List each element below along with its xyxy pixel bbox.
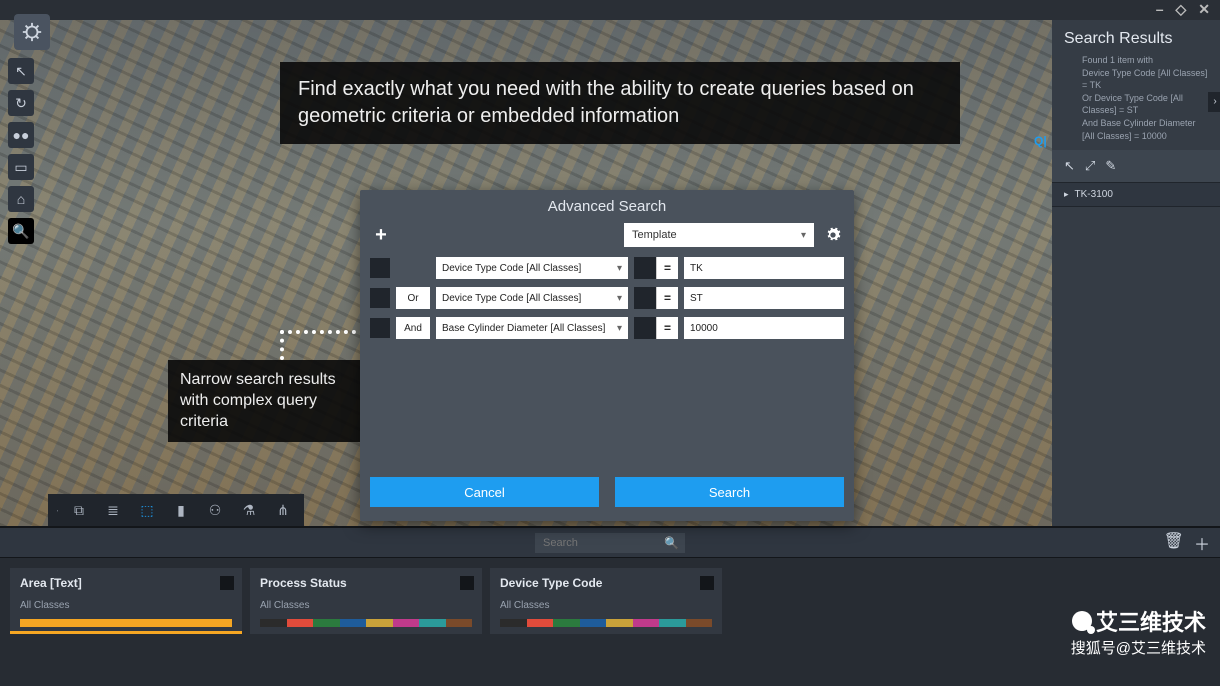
card-subtitle: All Classes xyxy=(260,600,472,611)
hierarchy-icon[interactable]: ⋔ xyxy=(268,496,298,524)
watermark: 艾三维技术 搜狐号@艾三维技术 xyxy=(1071,605,1206,658)
criteria-checkbox[interactable] xyxy=(370,318,390,338)
home-icon[interactable]: ⌂ xyxy=(8,186,34,212)
card-subtitle: All Classes xyxy=(500,600,712,611)
operator-selector[interactable]: = xyxy=(656,287,678,309)
card-title: Area [Text] xyxy=(20,576,232,590)
property-card[interactable]: Area [Text] All Classes xyxy=(10,568,242,634)
results-description: Found 1 item with Device Type Code [All … xyxy=(1070,54,1220,150)
app-logo-icon[interactable] xyxy=(14,14,50,50)
dialog-title: Advanced Search xyxy=(360,190,854,223)
card-subtitle: All Classes xyxy=(20,600,232,611)
card-swatches xyxy=(20,619,232,627)
search-icon: 🔍 xyxy=(664,536,679,550)
criteria-list: Device Type Code [All Classes]▾ = TK Or Devi… xyxy=(360,257,854,339)
criteria-checkbox[interactable] xyxy=(370,288,390,308)
result-item[interactable]: TK-3100 xyxy=(1052,183,1220,207)
property-strip: 🔍 🗑 ＋ Area [Text]All ClassesProcess Stat… xyxy=(0,526,1220,686)
measure-icon[interactable]: ▭ xyxy=(8,154,34,180)
criteria-row: Device Type Code [All Classes]▾ = TK xyxy=(370,257,844,279)
cancel-button[interactable]: Cancel xyxy=(370,477,599,507)
template-select[interactable]: Template ▾ xyxy=(624,223,814,247)
results-toolbar: ↖ ⤢ ✎ xyxy=(1052,150,1220,183)
criteria-checkbox[interactable] xyxy=(370,258,390,278)
results-tool-edit-icon[interactable]: ✎ xyxy=(1105,158,1116,174)
close-button[interactable]: ✕ xyxy=(1198,2,1210,18)
field-selector[interactable]: Base Cylinder Diameter [All Classes]▾ xyxy=(436,317,628,339)
field-selector[interactable]: Device Type Code [All Classes]▾ xyxy=(436,287,628,309)
card-checkbox[interactable] xyxy=(220,576,234,590)
template-select-label: Template xyxy=(632,229,677,241)
property-card[interactable]: Process Status All Classes xyxy=(250,568,482,634)
filter-icon[interactable]: ⚗ xyxy=(234,496,264,524)
op-toggle[interactable] xyxy=(634,287,656,309)
value-input[interactable]: TK xyxy=(684,257,844,279)
operator-selector[interactable]: = xyxy=(656,317,678,339)
chevron-down-icon: ▾ xyxy=(801,230,806,241)
property-search-input[interactable] xyxy=(535,533,685,553)
search-icon[interactable]: 🔍 xyxy=(8,218,34,244)
add-icon[interactable]: ＋ xyxy=(1194,531,1210,555)
operator-selector[interactable]: = xyxy=(656,257,678,279)
search-button[interactable]: Search xyxy=(615,477,844,507)
pointer-icon[interactable]: ↖ xyxy=(8,58,34,84)
criteria-row: Or Device Type Code [All Classes]▾ = ST xyxy=(370,287,844,309)
bottom-toolbar: ⧉≣⬚▮⚇⚗⋔ xyxy=(58,494,304,526)
left-annotation: Narrow search results with complex query… xyxy=(168,360,368,442)
op-toggle[interactable] xyxy=(634,317,656,339)
property-card[interactable]: Device Type Code All Classes xyxy=(490,568,722,634)
settings-button[interactable] xyxy=(822,224,844,246)
delete-icon[interactable]: 🗑 xyxy=(1164,531,1184,555)
card-swatches xyxy=(500,619,712,627)
card-swatches xyxy=(260,619,472,627)
top-annotation: Find exactly what you need with the abil… xyxy=(280,62,960,144)
criteria-row: And Base Cylinder Diameter [All Classes]▾… xyxy=(370,317,844,339)
results-title: Search Results xyxy=(1052,20,1220,54)
card-checkbox[interactable] xyxy=(460,576,474,590)
orbit-icon[interactable]: ↻ xyxy=(8,90,34,116)
value-input[interactable]: 10000 xyxy=(684,317,844,339)
minimize-button[interactable]: – xyxy=(1156,2,1164,18)
logic-selector[interactable]: And xyxy=(396,317,430,339)
op-toggle[interactable] xyxy=(634,257,656,279)
card-checkbox[interactable] xyxy=(700,576,714,590)
model-icon[interactable]: ⬚ xyxy=(132,496,162,524)
logic-selector[interactable]: Or xyxy=(396,287,430,309)
collapse-panel-button[interactable]: › xyxy=(1208,92,1220,112)
left-toolbar: ↖ ↻ ●● ▭ ⌂ 🔍 xyxy=(8,58,34,244)
history-icon[interactable]: ⧉ xyxy=(64,496,94,524)
advanced-search-dialog: Advanced Search + Template ▾ Device Type… xyxy=(360,190,854,521)
walk-icon[interactable]: ●● xyxy=(8,122,34,148)
layers-icon[interactable]: ≣ xyxy=(98,496,128,524)
results-tool-select-icon[interactable]: ↖ xyxy=(1064,158,1075,174)
results-tool-isolate-icon[interactable]: ⤢ xyxy=(1085,158,1095,174)
value-input[interactable]: ST xyxy=(684,287,844,309)
property-cards: Area [Text] All Classes Process Status All … xyxy=(0,558,1220,644)
search-results-panel: Search Results Q| Found 1 item with Devi… xyxy=(1052,20,1220,526)
field-selector[interactable]: Device Type Code [All Classes]▾ xyxy=(436,257,628,279)
card-title: Device Type Code xyxy=(500,576,712,590)
card-title: Process Status xyxy=(260,576,472,590)
people-icon[interactable]: ⚇ xyxy=(200,496,230,524)
add-criteria-button[interactable]: + xyxy=(370,224,392,246)
restore-button[interactable]: ◇ xyxy=(1175,2,1186,18)
query-indicator-icon: Q| xyxy=(1034,134,1047,148)
tag-icon[interactable]: ▮ xyxy=(166,496,196,524)
result-item-label: TK-3100 xyxy=(1075,189,1113,200)
